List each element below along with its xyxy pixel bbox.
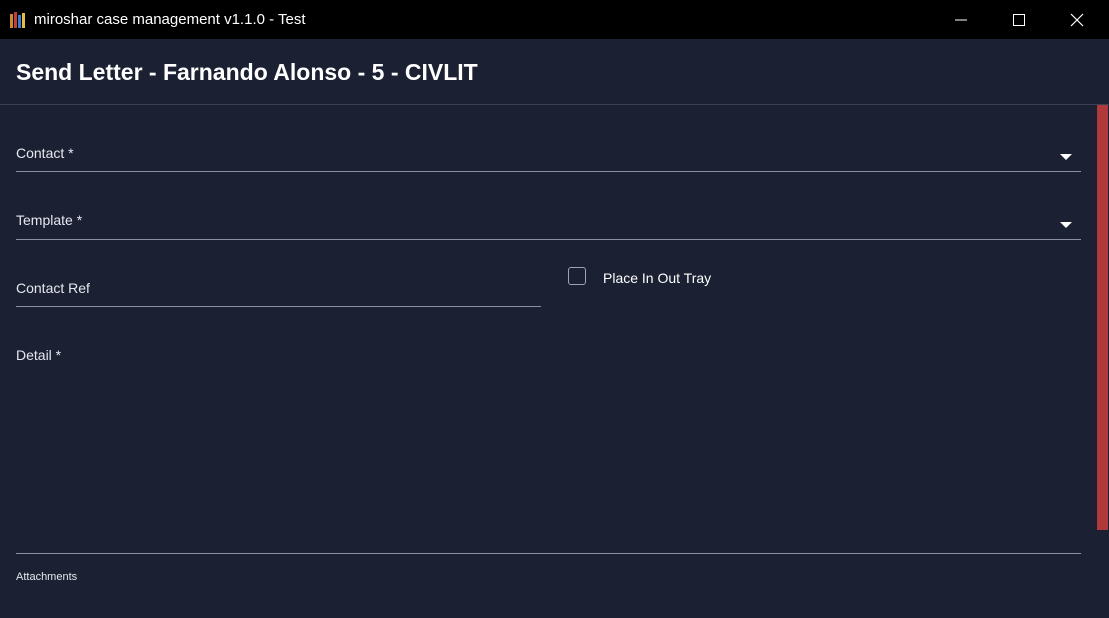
app-window: miroshar case management v1.1.0 - Test S… — [0, 0, 1109, 618]
minimize-icon — [955, 19, 967, 21]
page-title: Send Letter - Farnando Alonso - 5 - CIVL… — [16, 59, 478, 85]
page-header: Send Letter - Farnando Alonso - 5 - CIVL… — [0, 39, 1109, 105]
template-select[interactable]: Template * — [16, 212, 1081, 240]
chevron-down-icon[interactable] — [1060, 154, 1072, 160]
template-underline — [16, 239, 1081, 240]
contact-label: Contact * — [16, 145, 74, 161]
detail-label: Detail * — [16, 347, 62, 363]
contact-select[interactable]: Contact * — [16, 145, 1081, 172]
place-in-out-tray-checkbox[interactable] — [568, 267, 586, 285]
maximize-button[interactable] — [990, 0, 1048, 39]
close-icon — [1070, 13, 1084, 27]
window-title: miroshar case management v1.1.0 - Test — [34, 11, 306, 28]
contact-ref-label: Contact Ref — [16, 280, 90, 296]
maximize-icon — [1013, 14, 1025, 26]
detail-textarea[interactable]: Detail * — [16, 347, 1081, 554]
detail-underline — [16, 553, 1081, 554]
books-icon — [10, 12, 28, 28]
contact-ref-underline — [16, 306, 541, 307]
place-in-out-tray-label[interactable]: Place In Out Tray — [603, 270, 711, 286]
attachments-label: Attachments — [16, 571, 78, 583]
title-bar[interactable]: miroshar case management v1.1.0 - Test — [0, 0, 1109, 39]
contact-underline — [16, 171, 1081, 172]
close-button[interactable] — [1048, 0, 1106, 39]
contact-ref-input[interactable]: Contact Ref — [16, 280, 541, 307]
minimize-button[interactable] — [932, 0, 990, 39]
template-label: Template * — [16, 212, 83, 228]
chevron-down-icon[interactable] — [1060, 222, 1072, 228]
scrollbar-thumb[interactable] — [1097, 105, 1108, 530]
